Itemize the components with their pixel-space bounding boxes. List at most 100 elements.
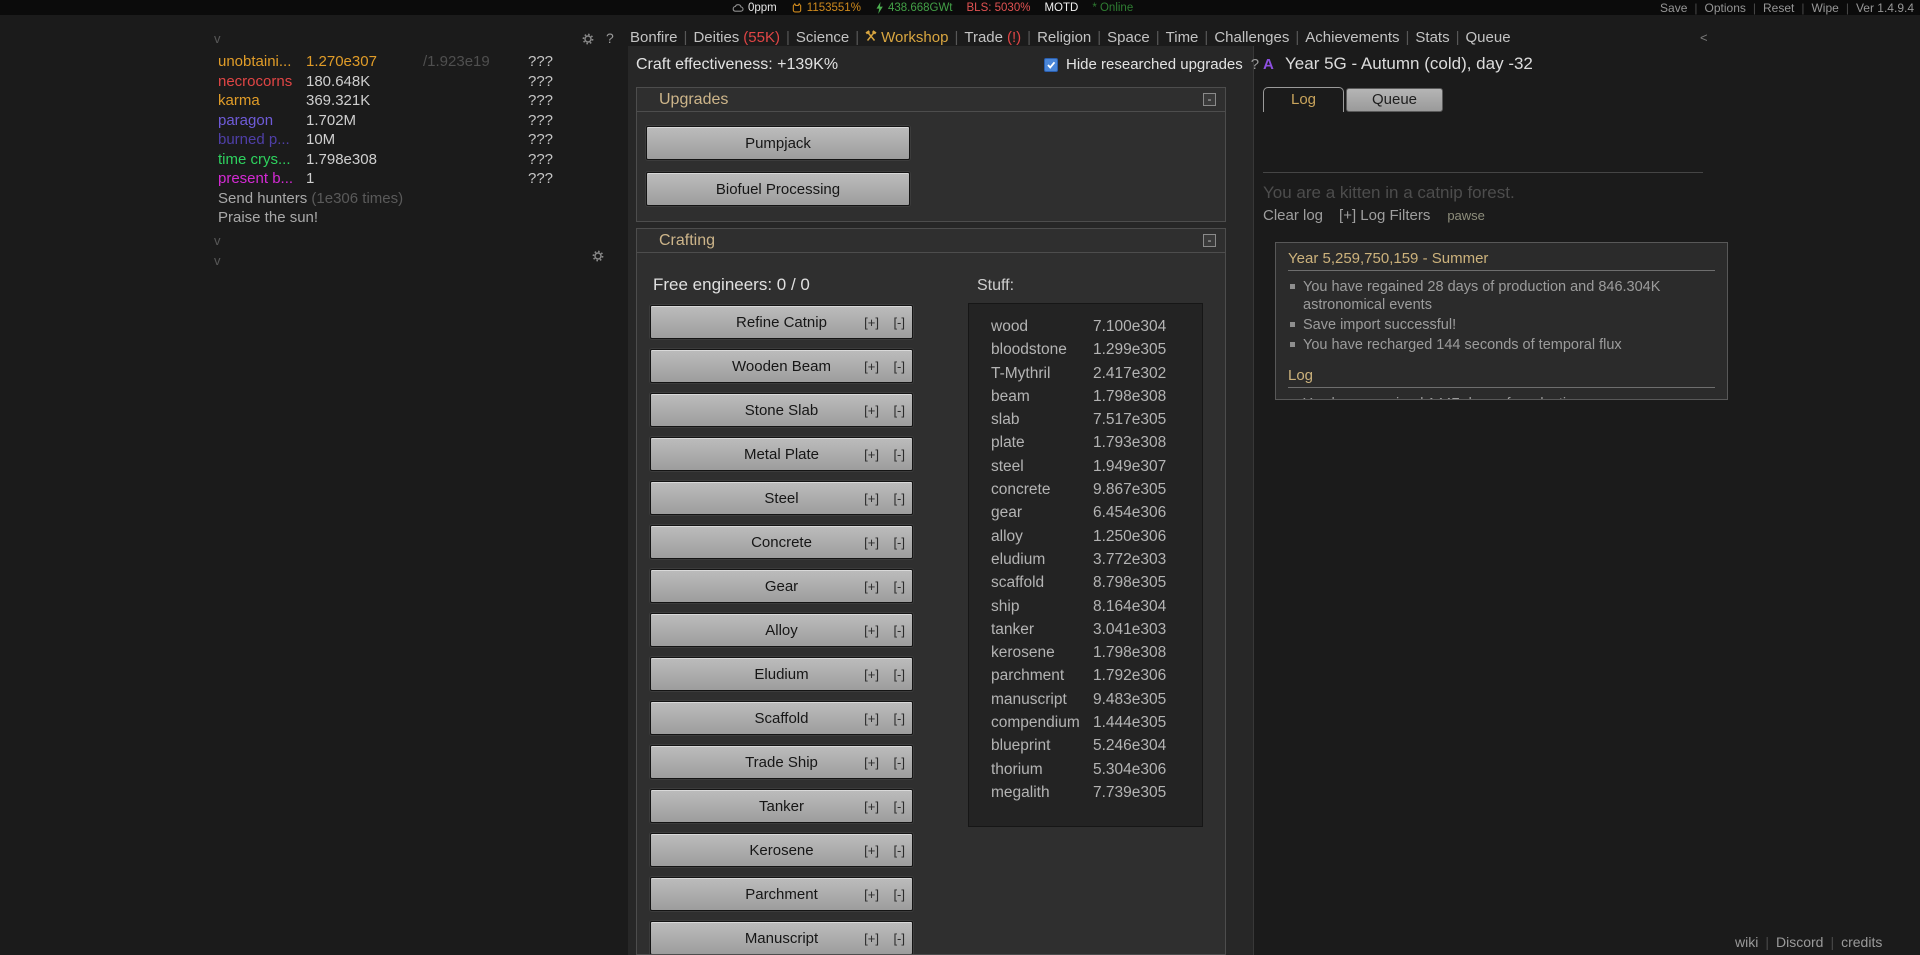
craft-minus-button[interactable]: [-] xyxy=(893,931,905,946)
upgrade-button-biofuel-processing[interactable]: Biofuel Processing xyxy=(646,172,910,206)
craft-button-eludium[interactable]: Eludium[+][-] xyxy=(650,657,913,691)
craft-button-stone-slab[interactable]: Stone Slab[+][-] xyxy=(650,393,913,427)
craft-button-wooden-beam[interactable]: Wooden Beam[+][-] xyxy=(650,349,913,383)
craft-button-scaffold[interactable]: Scaffold [+] [-] xyxy=(650,701,913,735)
craft-plus-button[interactable]: [+] xyxy=(864,799,879,814)
craft-minus-button[interactable]: [-] xyxy=(893,579,905,594)
gear-icon[interactable] xyxy=(582,32,594,44)
craft-button-metal-plate[interactable]: Metal Plate[+][-] xyxy=(650,437,913,471)
craft-plus-button[interactable]: [+] xyxy=(864,315,879,330)
craft-label: Refine Catnip xyxy=(736,314,827,331)
craft-plus-button[interactable]: [+] xyxy=(864,535,879,550)
stuff-row: scaffold8.798e305 xyxy=(969,574,1202,597)
praise-the-sun-link[interactable]: Praise the sun! xyxy=(218,209,318,226)
tab-trade[interactable]: Trade(!) xyxy=(964,29,1021,47)
tab-workshop[interactable]: Workshop xyxy=(865,29,948,47)
online-status[interactable]: * Online xyxy=(1092,2,1133,14)
log-filters-button[interactable]: [+] Log Filters xyxy=(1339,207,1430,224)
craft-minus-button[interactable]: [-] xyxy=(893,843,905,858)
tab-bonfire[interactable]: Bonfire xyxy=(630,29,678,47)
craft-plus-button[interactable]: [+] xyxy=(864,623,879,638)
craft-plus-button[interactable]: [+] xyxy=(864,667,879,682)
craft-minus-button[interactable]: [-] xyxy=(893,887,905,902)
tab-queue[interactable]: Queue xyxy=(1466,29,1511,47)
upgrade-button-pumpjack[interactable]: Pumpjack xyxy=(646,126,910,160)
craft-plus-button[interactable]: [+] xyxy=(864,843,879,858)
craft-button-parchment[interactable]: Parchment [+] [-] xyxy=(650,877,913,911)
topbar-link-reset[interactable]: Reset xyxy=(1763,1,1794,15)
craft-button-manuscript[interactable]: Manuscript[+][-] xyxy=(650,921,913,955)
separator: | xyxy=(1846,1,1849,15)
send-hunters-link[interactable]: Send hunters xyxy=(218,190,307,207)
craft-plus-button[interactable]: [+] xyxy=(864,403,879,418)
clear-log-button[interactable]: Clear log xyxy=(1263,207,1323,224)
footer-link-credits[interactable]: credits xyxy=(1841,934,1882,950)
separator: | xyxy=(1830,934,1834,950)
tab-queue[interactable]: Queue xyxy=(1346,88,1443,112)
cat-icon xyxy=(791,2,803,13)
tab-stats[interactable]: Stats xyxy=(1415,29,1449,47)
motd-link[interactable]: MOTD xyxy=(1044,2,1078,14)
craft-plus-button[interactable]: [+] xyxy=(864,931,879,946)
collapse-right-panel-icon[interactable]: < xyxy=(1700,29,1708,47)
collapse-panel-icon[interactable]: - xyxy=(1203,234,1216,247)
tab-space[interactable]: Space xyxy=(1107,29,1150,47)
resource-value: 180.648K xyxy=(306,73,370,90)
tab-challenges[interactable]: Challenges xyxy=(1214,29,1289,47)
topbar-link-options[interactable]: Options xyxy=(1705,1,1746,15)
tab-time[interactable]: Time xyxy=(1166,29,1199,47)
tab-deities[interactable]: Deities (55K) xyxy=(693,29,780,47)
chevron-collapse-icon[interactable]: v xyxy=(214,253,221,268)
craft-plus-button[interactable]: [+] xyxy=(864,755,879,770)
topbar-link-wipe[interactable]: Wipe xyxy=(1811,1,1838,15)
resource-action-row: Praise the sun! xyxy=(214,209,694,229)
craft-button-concrete[interactable]: Concrete[+][-] xyxy=(650,525,913,559)
craft-plus-button[interactable]: [+] xyxy=(864,887,879,902)
craft-button-gear[interactable]: Gear[+][-] xyxy=(650,569,913,603)
tab-science[interactable]: Science xyxy=(796,29,849,47)
topbar-link-save[interactable]: Save xyxy=(1660,1,1687,15)
craft-button-alloy[interactable]: Alloy[+][-] xyxy=(650,613,913,647)
craft-minus-button[interactable]: [-] xyxy=(893,711,905,726)
footer-link-discord[interactable]: Discord xyxy=(1776,934,1823,950)
tab-log[interactable]: Log xyxy=(1263,87,1344,112)
collapse-panel-icon[interactable]: - xyxy=(1203,93,1216,106)
craft-plus-button[interactable]: [+] xyxy=(864,491,879,506)
tab-religion[interactable]: Religion xyxy=(1037,29,1091,47)
craft-minus-button[interactable]: [-] xyxy=(893,667,905,682)
craft-minus-button[interactable]: [-] xyxy=(893,535,905,550)
craft-minus-button[interactable]: [-] xyxy=(893,491,905,506)
craft-button-steel[interactable]: Steel[+][-] xyxy=(650,481,913,515)
stuff-row: ship8.164e304 xyxy=(969,598,1202,621)
craft-button-refine-catnip[interactable]: Refine Catnip [+] [-] xyxy=(650,305,913,339)
craft-minus-button[interactable]: [-] xyxy=(893,315,905,330)
craft-minus-button[interactable]: [-] xyxy=(893,755,905,770)
craft-minus-button[interactable]: [-] xyxy=(893,799,905,814)
hide-researched-checkbox[interactable] xyxy=(1044,58,1058,72)
help-icon[interactable]: ? xyxy=(1251,56,1259,73)
craft-minus-button[interactable]: [-] xyxy=(893,403,905,418)
craft-button-tanker[interactable]: Tanker[+][-] xyxy=(650,789,913,823)
craft-label: Scaffold xyxy=(755,710,809,727)
gear-icon[interactable] xyxy=(592,249,604,261)
separator: | xyxy=(1456,29,1460,47)
craft-button-trade-ship[interactable]: Trade Ship[+][-] xyxy=(650,745,913,779)
craft-minus-button[interactable]: [-] xyxy=(893,447,905,462)
craft-minus-button[interactable]: [-] xyxy=(893,359,905,374)
chevron-collapse-icon[interactable]: v xyxy=(214,233,221,248)
tab-achievements[interactable]: Achievements xyxy=(1305,29,1399,47)
pollution-indicator: 0ppm xyxy=(732,2,777,14)
craft-minus-button[interactable]: [-] xyxy=(893,623,905,638)
craft-plus-button[interactable]: [+] xyxy=(864,711,879,726)
craft-plus-button[interactable]: [+] xyxy=(864,579,879,594)
help-icon[interactable]: ? xyxy=(606,29,614,47)
craft-plus-button[interactable]: [+] xyxy=(864,359,879,374)
pawse-button[interactable]: pawse xyxy=(1447,208,1485,223)
energy-indicator: 438.668GWt xyxy=(875,2,953,14)
footer-link-wiki[interactable]: wiki xyxy=(1735,934,1758,950)
craft-button-kerosene[interactable]: Kerosene[+][-] xyxy=(650,833,913,867)
stuff-value: 1.949e307 xyxy=(1093,458,1166,476)
craft-label: Parchment xyxy=(745,886,818,903)
stuff-value: 7.739e305 xyxy=(1093,784,1166,802)
craft-plus-button[interactable]: [+] xyxy=(864,447,879,462)
